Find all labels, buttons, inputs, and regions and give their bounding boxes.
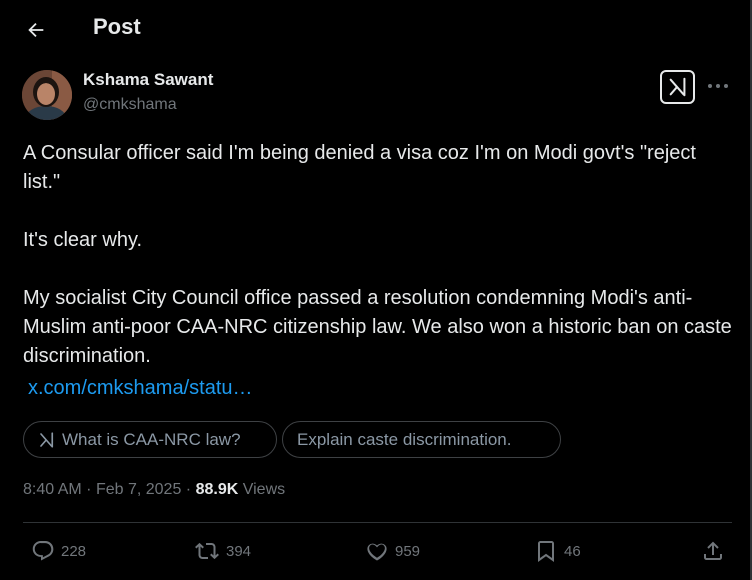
tweet-paragraph: My socialist City Council office passed …: [23, 287, 732, 367]
grok-suggestion-caste[interactable]: Explain caste discrimination.: [282, 421, 561, 458]
repost-button[interactable]: 394: [194, 539, 251, 563]
post-time[interactable]: 8:40 AM: [23, 481, 82, 498]
page-title: Post: [93, 14, 141, 39]
tweet-paragraph: A Consular officer said I'm being denied…: [23, 142, 696, 193]
reply-count: 228: [61, 542, 87, 560]
grok-button[interactable]: [660, 70, 695, 104]
views-label: Views: [242, 481, 286, 498]
post-date[interactable]: Feb 7, 2025: [96, 481, 181, 498]
tweet-paragraph: It's clear why.: [23, 229, 143, 251]
grok-icon: [38, 431, 56, 449]
back-button[interactable]: [20, 14, 52, 46]
bookmark-button[interactable]: 46: [534, 539, 581, 563]
post-meta: 8:40 AM · Feb 7, 2025 · 88.9K Views: [23, 481, 286, 498]
tweet-link[interactable]: x.com/cmkshama/statu…: [28, 377, 253, 400]
like-button[interactable]: 959: [365, 539, 420, 563]
grok-suggestion-label: What is CAA-NRC law?: [62, 429, 241, 449]
tweet-text: A Consular officer said I'm being denied…: [23, 139, 733, 371]
avatar-image: [22, 70, 72, 120]
author-name[interactable]: Kshama Sawant: [83, 70, 213, 90]
more-options-button[interactable]: [706, 76, 730, 96]
avatar[interactable]: [22, 70, 72, 120]
share-button[interactable]: [701, 539, 731, 563]
arrow-left-icon: [28, 22, 44, 38]
grok-suggestion-caa[interactable]: What is CAA-NRC law?: [23, 421, 277, 458]
repost-count: 394: [226, 542, 252, 560]
bookmark-icon: [538, 541, 554, 562]
share-icon: [704, 541, 722, 560]
divider: [23, 522, 732, 523]
post-header: Post: [0, 0, 750, 60]
repost-icon: [195, 542, 219, 560]
grok-suggestion-label: Explain caste discrimination.: [297, 429, 512, 449]
views-count: 88.9K: [195, 481, 239, 498]
reply-icon: [32, 541, 54, 561]
reply-button[interactable]: 228: [31, 539, 86, 563]
author-handle[interactable]: @cmkshama: [83, 96, 177, 114]
heart-icon: [367, 543, 387, 561]
bookmark-count: 46: [564, 542, 581, 560]
like-count: 959: [395, 542, 421, 560]
more-dots-icon: [708, 84, 728, 88]
grok-icon: [669, 77, 685, 97]
